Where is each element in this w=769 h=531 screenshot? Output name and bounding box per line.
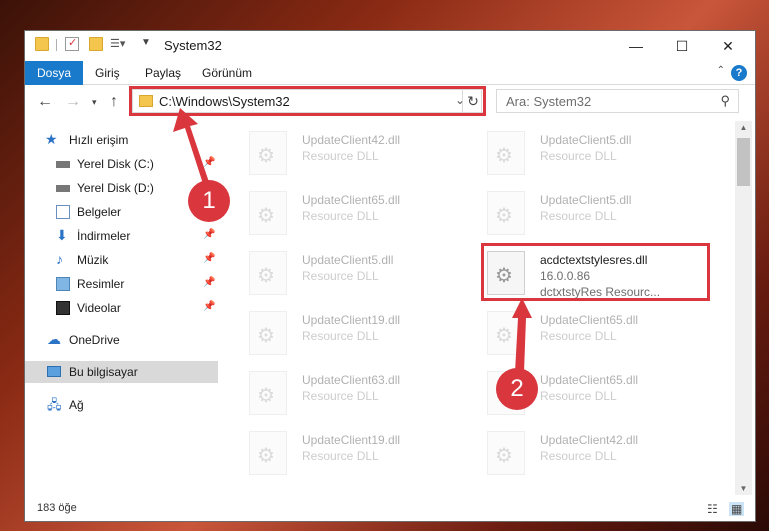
forward-arrow-icon[interactable]: →: [65, 93, 81, 111]
file-highlight: [481, 243, 710, 301]
maximize-button[interactable]: ☐: [659, 31, 705, 61]
nav-item-music[interactable]: ♪ Müzik 📌: [25, 249, 218, 271]
item-count: 183 öğe: [37, 502, 77, 514]
status-bar: 183 öğe ☷ ▦: [25, 497, 755, 521]
file-item[interactable]: ⚙ UpdateClient5.dll Resource DLL: [245, 247, 475, 299]
back-arrow-icon[interactable]: ←: [37, 93, 53, 111]
minimize-button[interactable]: —: [613, 31, 659, 61]
navigation-pane: ★ Hızlı erişim Yerel Disk (C:) 📌 Yerel D…: [25, 121, 218, 495]
dll-file-icon: ⚙: [249, 431, 287, 475]
nav-item-network[interactable]: 🖧 Ağ: [25, 394, 218, 416]
search-placeholder: Ara: System32: [506, 94, 592, 109]
tab-giris[interactable]: Giriş: [83, 61, 132, 85]
dll-file-icon: ⚙: [249, 311, 287, 355]
scroll-up-icon[interactable]: ▲: [735, 123, 752, 132]
scroll-down-icon[interactable]: ▼: [735, 484, 752, 493]
scroll-thumb[interactable]: [737, 138, 750, 186]
pictures-icon: [56, 277, 70, 291]
music-icon: ♪: [56, 251, 63, 267]
step-1-callout: 1: [188, 180, 230, 222]
divider: [56, 39, 57, 51]
properties-icon[interactable]: ✓: [65, 37, 79, 51]
dll-file-icon: ⚙: [487, 131, 525, 175]
file-list: ⚙ UpdateClient42.dll Resource DLL ⚙ Upda…: [235, 121, 735, 495]
explorer-window: ✓ ☰▾ ▼ System32 — ☐ ✕ Dosya Giriş Paylaş…: [24, 30, 756, 522]
dll-file-icon: ⚙: [249, 191, 287, 235]
tab-dosya[interactable]: Dosya: [25, 61, 84, 85]
nav-item-this-pc[interactable]: Bu bilgisayar: [25, 361, 218, 383]
tab-paylas[interactable]: Paylaş: [133, 61, 193, 85]
file-item[interactable]: ⚙ UpdateClient19.dll Resource DLL: [245, 427, 475, 479]
file-item[interactable]: ⚙ UpdateClient65.dll Resource DLL: [483, 307, 713, 359]
pin-icon[interactable]: 📌: [203, 277, 215, 288]
tab-gorunum[interactable]: Görünüm: [190, 61, 264, 85]
file-item[interactable]: ⚙ UpdateClient19.dll Resource DLL: [245, 307, 475, 359]
address-highlight: [129, 86, 486, 116]
file-item[interactable]: ⚙ UpdateClient5.dll Resource DLL: [483, 187, 713, 239]
vertical-scrollbar[interactable]: ▲ ▼: [735, 121, 752, 495]
dll-file-icon: ⚙: [249, 251, 287, 295]
close-button[interactable]: ✕: [705, 31, 751, 61]
details-view-icon[interactable]: ☷: [707, 502, 718, 516]
network-icon: 🖧: [47, 397, 62, 412]
nav-item-local-disk-c[interactable]: Yerel Disk (C:) 📌: [25, 153, 218, 175]
file-item[interactable]: ⚙ UpdateClient42.dll Resource DLL: [483, 427, 713, 479]
computer-icon: [47, 366, 61, 377]
nav-item-onedrive[interactable]: ☁ OneDrive: [25, 329, 218, 351]
file-item[interactable]: ⚙ UpdateClient65.dll Resource DLL: [245, 187, 475, 239]
help-icon[interactable]: ?: [731, 65, 747, 81]
document-icon: [56, 205, 70, 219]
file-item[interactable]: ⚙ UpdateClient63.dll Resource DLL: [245, 367, 475, 419]
nav-item-quick-access[interactable]: ★ Hızlı erişim: [25, 129, 218, 151]
folder-icon: [35, 37, 49, 51]
dll-file-icon: ⚙: [249, 131, 287, 175]
dll-file-icon: ⚙: [487, 191, 525, 235]
dll-file-icon: ⚙: [487, 431, 525, 475]
cloud-icon: ☁: [47, 331, 61, 347]
drive-icon: [56, 185, 70, 192]
nav-item-downloads[interactable]: ⬇ İndirmeler 📌: [25, 225, 218, 247]
pin-icon[interactable]: 📌: [203, 229, 215, 240]
step-2-callout: 2: [496, 368, 538, 410]
window-title: System32: [164, 38, 222, 53]
navigation-bar: ← → ▾ ↑ C:\Windows\System32 ⌄ ↻ Ara: Sys…: [25, 85, 755, 119]
expand-ribbon-icon[interactable]: ⌃: [717, 65, 725, 76]
new-folder-icon[interactable]: [89, 37, 103, 51]
dll-file-icon: ⚙: [249, 371, 287, 415]
title-bar: ✓ ☰▾ ▼ System32 — ☐ ✕: [25, 31, 755, 61]
recent-locations-icon[interactable]: ▾: [92, 97, 97, 108]
pin-icon[interactable]: 📌: [203, 253, 215, 264]
nav-item-videos[interactable]: Videolar 📌: [25, 297, 218, 319]
download-icon: ⬇: [56, 227, 68, 243]
nav-item-pictures[interactable]: Resimler 📌: [25, 273, 218, 295]
pin-icon[interactable]: 📌: [203, 301, 215, 312]
file-item[interactable]: ⚙ UpdateClient5.dll Resource DLL: [483, 127, 713, 179]
search-icon[interactable]: ⚲: [720, 93, 730, 109]
file-item[interactable]: ⚙ UpdateClient42.dll Resource DLL: [245, 127, 475, 179]
pin-icon[interactable]: 📌: [203, 157, 215, 168]
ribbon-tabs: Dosya Giriş Paylaş Görünüm ⌃ ?: [25, 61, 755, 85]
customize-icon[interactable]: ☰▾: [110, 37, 136, 51]
search-input[interactable]: Ara: System32 ⚲: [496, 89, 739, 113]
star-icon: ★: [45, 131, 58, 147]
up-arrow-icon[interactable]: ↑: [110, 93, 118, 111]
large-icons-view-icon[interactable]: ▦: [729, 502, 745, 516]
drive-icon: [56, 161, 70, 168]
video-icon: [56, 301, 70, 315]
chevron-down-icon[interactable]: ▼: [141, 37, 155, 51]
dll-file-icon: ⚙: [487, 311, 525, 355]
